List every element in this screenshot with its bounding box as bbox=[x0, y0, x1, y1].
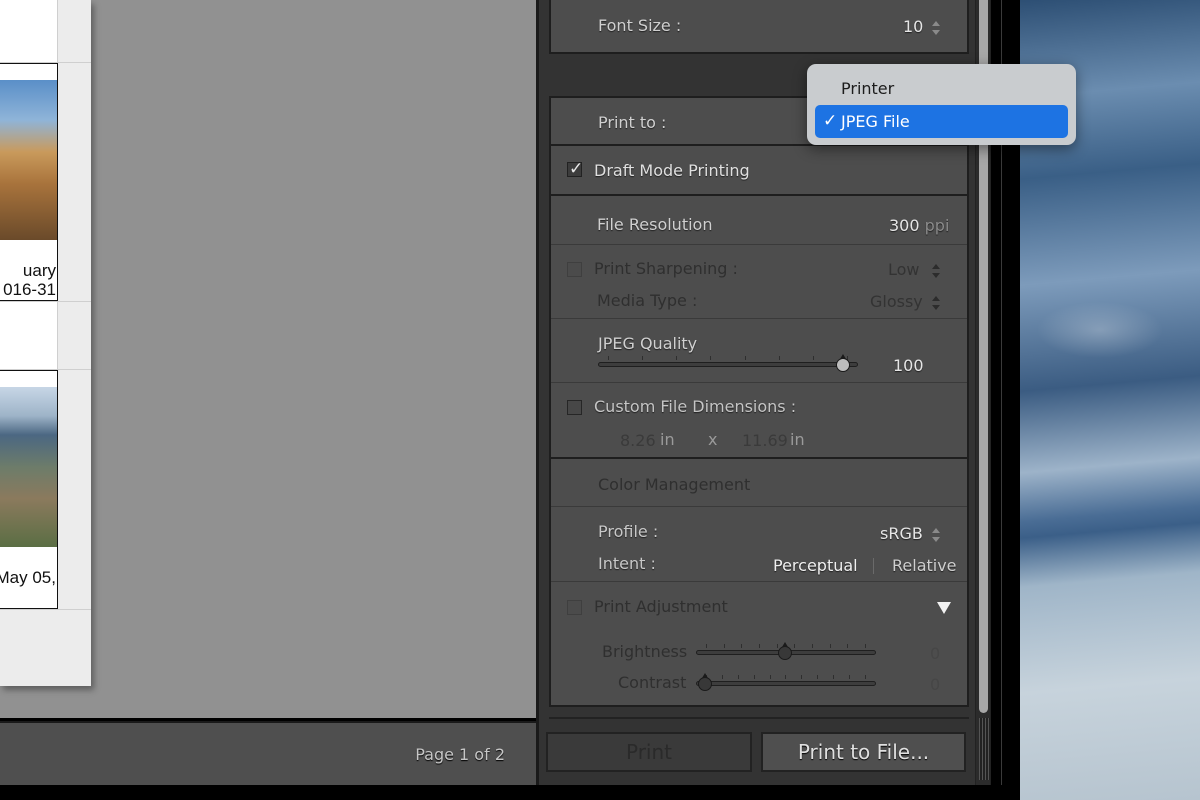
slider-track bbox=[598, 362, 858, 367]
slider-thumb[interactable] bbox=[836, 354, 852, 372]
contact-sheet-cell[interactable]: uary 016-31 bbox=[0, 63, 58, 301]
print-adjustment-label[interactable]: Print Adjustment bbox=[594, 597, 728, 616]
media-type-value[interactable]: Glossy bbox=[870, 292, 923, 311]
custom-dimensions-label[interactable]: Custom File Dimensions : bbox=[594, 397, 796, 416]
custom-dimensions-checkbox[interactable] bbox=[567, 400, 582, 415]
menu-item-jpeg-file[interactable]: ✓ JPEG File bbox=[815, 105, 1068, 138]
media-type-stepper-icon[interactable] bbox=[932, 296, 940, 310]
jpeg-quality-label: JPEG Quality bbox=[598, 334, 698, 353]
print-button[interactable]: Print bbox=[546, 732, 752, 772]
cell-caption: uary bbox=[22, 261, 56, 280]
font-size-value[interactable]: 10 bbox=[903, 17, 923, 36]
slider-ticks bbox=[608, 356, 848, 360]
file-resolution-value[interactable]: 300 ppi bbox=[889, 216, 949, 235]
print-sharpening-checkbox[interactable] bbox=[567, 262, 582, 277]
disclosure-triangle-icon[interactable] bbox=[937, 602, 951, 614]
valley-paraglider-photo bbox=[0, 387, 57, 547]
brightness-slider[interactable] bbox=[696, 642, 876, 660]
divider bbox=[549, 717, 969, 719]
print-sharpening-label: Print Sharpening : bbox=[594, 259, 738, 278]
menu-item-label: Printer bbox=[841, 79, 895, 98]
intent-label: Intent : bbox=[598, 554, 656, 573]
width-input[interactable]: 8.26 bbox=[620, 431, 656, 450]
divider bbox=[551, 318, 967, 319]
brightness-value[interactable]: 0 bbox=[930, 644, 940, 663]
file-resolution-unit: ppi bbox=[924, 216, 950, 235]
intent-divider bbox=[873, 558, 874, 574]
guide-line bbox=[0, 301, 91, 302]
slider-thumb[interactable] bbox=[778, 642, 794, 660]
jpeg-settings-section: File Resolution 300 ppi Print Sharpening… bbox=[549, 194, 969, 459]
cell-caption: May 05, bbox=[0, 568, 56, 587]
print-preview-canvas: uary 016-31 May 05, bbox=[0, 0, 536, 718]
menu-item-printer[interactable]: Printer bbox=[815, 72, 1068, 105]
intent-relative[interactable]: Relative bbox=[892, 556, 957, 575]
print-adjustment-checkbox[interactable] bbox=[567, 600, 582, 615]
slider-thumb[interactable] bbox=[698, 673, 714, 691]
contrast-label: Contrast bbox=[618, 673, 687, 692]
page-indicator: Page 1 of 2 bbox=[415, 745, 505, 764]
print-page: uary 016-31 May 05, bbox=[0, 0, 91, 686]
file-resolution-number: 300 bbox=[889, 216, 920, 235]
resize-grip[interactable] bbox=[979, 718, 990, 780]
sharpening-stepper-icon[interactable] bbox=[932, 264, 940, 278]
font-size-stepper-icon[interactable] bbox=[932, 21, 940, 35]
divider bbox=[551, 581, 967, 582]
media-type-label: Media Type : bbox=[597, 291, 698, 310]
draft-mode-label[interactable]: Draft Mode Printing bbox=[594, 161, 750, 180]
print-sharpening-value[interactable]: Low bbox=[888, 260, 920, 279]
profile-value[interactable]: sRGB bbox=[880, 524, 923, 543]
font-size-label: Font Size : bbox=[598, 16, 682, 35]
margin-guide bbox=[57, 0, 91, 686]
color-management-title: Color Management bbox=[598, 475, 751, 494]
contact-sheet-cell[interactable]: May 05, bbox=[0, 370, 58, 609]
toolbar: Page 1 of 2 bbox=[0, 721, 536, 785]
draft-mode-checkbox[interactable] bbox=[567, 159, 583, 179]
divider bbox=[551, 382, 967, 383]
width-unit: in bbox=[660, 430, 675, 449]
intent-perceptual[interactable]: Perceptual bbox=[773, 556, 858, 575]
print-to-label: Print to : bbox=[598, 113, 667, 132]
menu-item-label: JPEG File bbox=[841, 112, 910, 131]
dimension-separator: x bbox=[708, 430, 718, 449]
height-input[interactable]: 11.69 bbox=[742, 431, 788, 450]
profile-stepper-icon[interactable] bbox=[932, 528, 940, 542]
contrast-slider[interactable] bbox=[696, 673, 876, 691]
joshua-tree-rock-photo bbox=[0, 80, 57, 240]
profile-label: Profile : bbox=[598, 522, 659, 541]
print-to-dropdown-menu: Printer ✓ JPEG File bbox=[807, 64, 1076, 145]
slider-track bbox=[696, 681, 876, 686]
font-size-section: Font Size : 10 bbox=[549, 0, 969, 54]
guide-line bbox=[0, 609, 91, 610]
print-to-file-button[interactable]: Print to File... bbox=[761, 732, 966, 772]
jpeg-quality-slider[interactable] bbox=[598, 354, 858, 372]
draft-mode-section: Draft Mode Printing bbox=[549, 144, 969, 196]
brightness-label: Brightness bbox=[602, 642, 688, 661]
divider bbox=[551, 244, 967, 245]
file-resolution-label: File Resolution bbox=[597, 215, 713, 234]
page-bottom-margin bbox=[0, 610, 91, 686]
divider bbox=[551, 506, 967, 507]
height-unit: in bbox=[790, 430, 805, 449]
cell-caption-date: 016-31 bbox=[3, 280, 56, 299]
checkmark-icon: ✓ bbox=[823, 111, 838, 131]
color-management-section: Color Management Profile : sRGB Intent :… bbox=[549, 457, 969, 707]
contrast-value[interactable]: 0 bbox=[930, 675, 940, 694]
slider-ticks bbox=[706, 675, 866, 679]
jpeg-quality-value[interactable]: 100 bbox=[893, 356, 924, 375]
